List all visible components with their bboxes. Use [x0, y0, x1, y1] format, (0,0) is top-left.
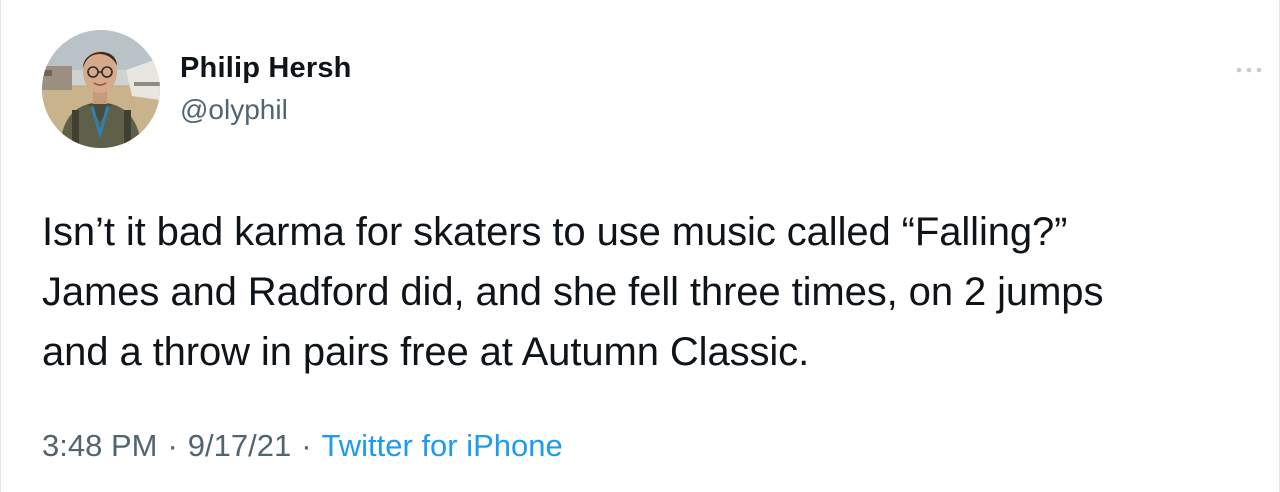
tweet-meta: 3:48 PM · 9/17/21 · Twitter for iPhone	[42, 428, 563, 464]
avatar-photo-icon	[42, 30, 160, 148]
author-avatar[interactable]	[42, 30, 160, 148]
author-handle[interactable]: @olyphil	[180, 94, 288, 126]
tweet-time[interactable]: 3:48 PM	[42, 428, 157, 463]
meta-separator: ·	[301, 428, 312, 463]
tweet-date[interactable]: 9/17/21	[188, 428, 291, 463]
more-options-icon[interactable]	[1232, 58, 1266, 82]
tweet-card: Philip Hersh @olyphil Isn’t it bad karma…	[0, 0, 1280, 492]
meta-separator: ·	[167, 428, 178, 463]
tweet-source-link[interactable]: Twitter for iPhone	[322, 428, 563, 463]
author-name[interactable]: Philip Hersh	[180, 52, 352, 85]
tweet-text: Isn’t it bad karma for skaters to use mu…	[42, 210, 1104, 374]
